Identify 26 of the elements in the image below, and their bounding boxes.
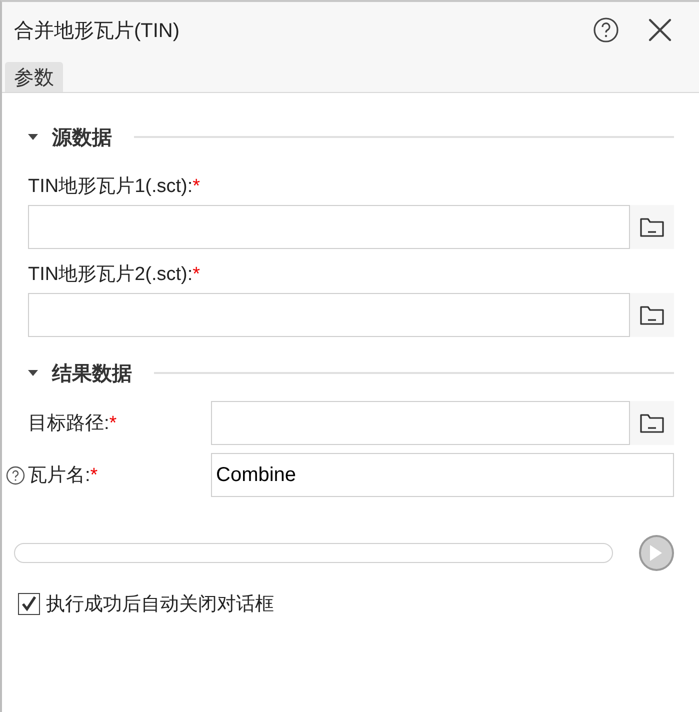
browse-button[interactable] <box>630 293 674 337</box>
play-icon <box>649 544 664 562</box>
field-label: TIN地形瓦片1(.sct):* <box>28 175 200 199</box>
input-field[interactable] <box>28 205 630 249</box>
input-field[interactable]: Combine <box>211 453 674 497</box>
field-label: 目标路径:* <box>28 412 117 436</box>
input-field[interactable] <box>211 401 630 445</box>
folder-icon <box>639 304 665 326</box>
browse-button[interactable] <box>630 205 674 249</box>
window-title: 合并地形瓦片(TIN) <box>14 18 181 44</box>
section-title: 源数据 <box>52 126 112 150</box>
folder-icon <box>639 216 665 238</box>
help-button[interactable] <box>591 15 621 45</box>
collapse-arrow-icon[interactable] <box>28 369 38 377</box>
tab[interactable]: 参数 <box>5 62 63 92</box>
help-icon[interactable] <box>6 466 25 485</box>
run-button[interactable] <box>638 535 674 571</box>
collapse-arrow-icon[interactable] <box>28 133 38 141</box>
browse-button[interactable] <box>630 401 674 445</box>
checkbox-label: 执行成功后自动关闭对话框 <box>46 593 274 617</box>
folder-icon <box>639 412 665 434</box>
checkbox[interactable] <box>18 593 40 615</box>
section-title: 结果数据 <box>52 362 132 386</box>
field-label: TIN地形瓦片2(.sct):* <box>28 263 200 287</box>
field-label: 瓦片名:* <box>28 464 98 488</box>
input-field[interactable] <box>28 293 630 337</box>
